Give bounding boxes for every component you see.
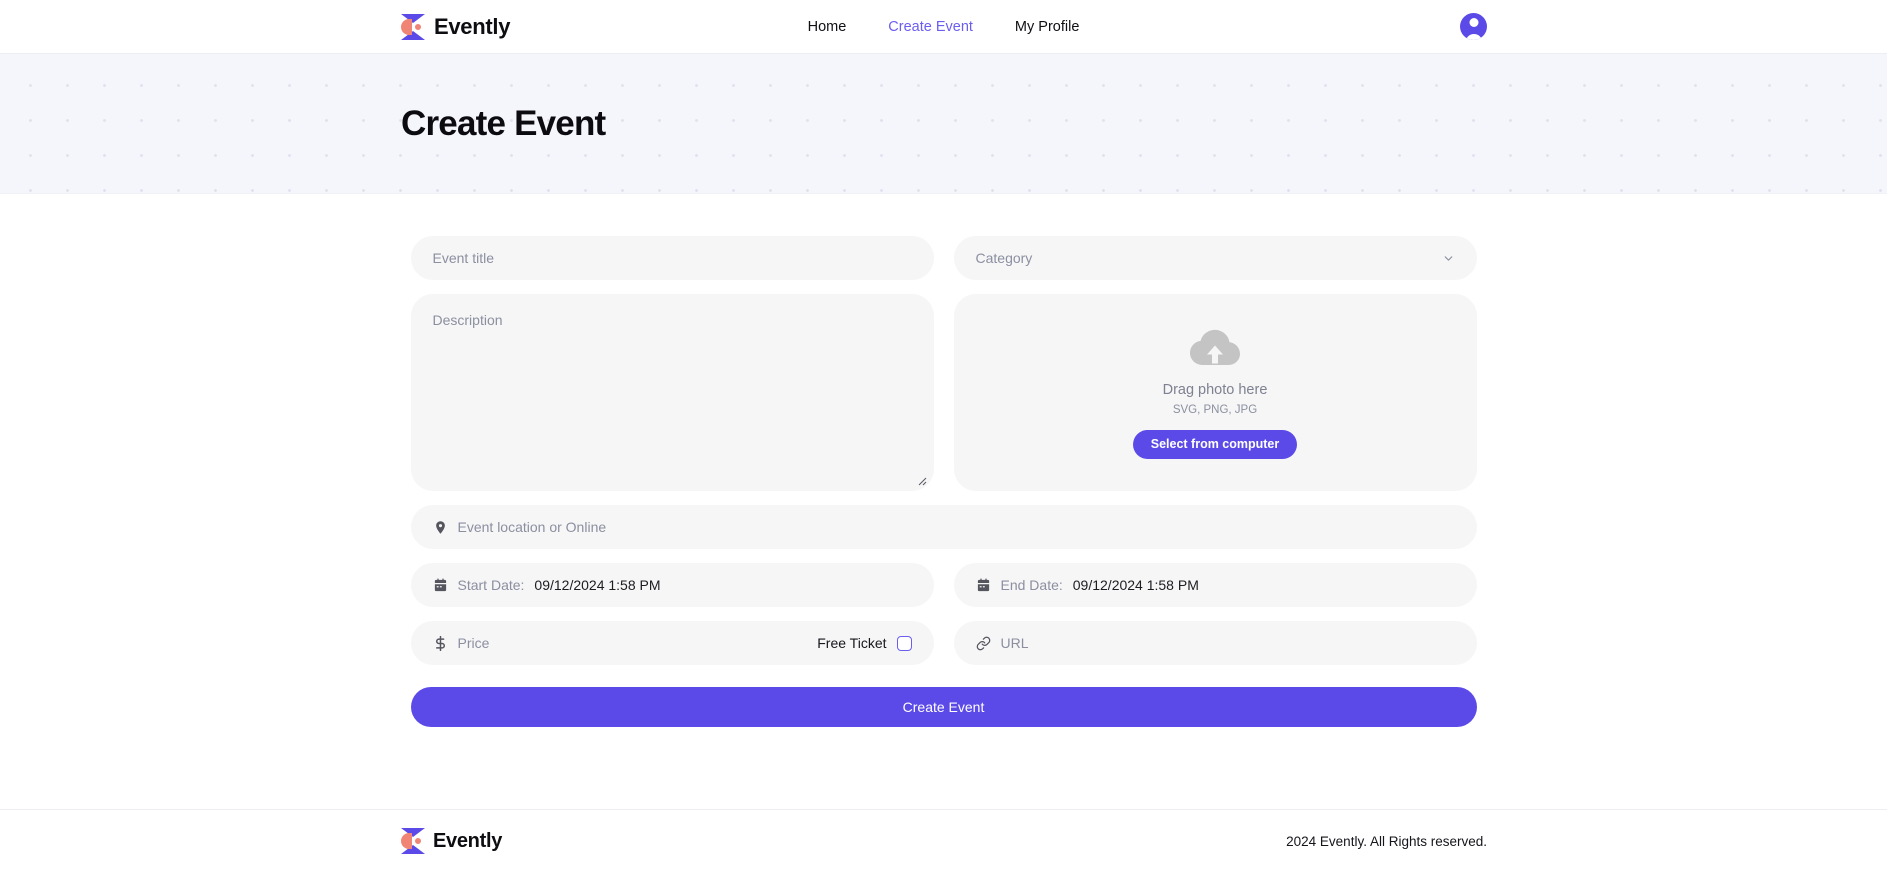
- create-event-form: Event title Category Description: [411, 236, 1477, 809]
- end-date-label: End Date:: [1001, 577, 1063, 593]
- description-placeholder: Description: [433, 312, 912, 328]
- start-date-value: 09/12/2024 1:58 PM: [534, 577, 660, 593]
- cloud-upload-icon: [1189, 327, 1241, 376]
- page-title: Create Event: [401, 104, 605, 144]
- main-content: Event title Category Description: [0, 194, 1887, 809]
- evently-logo-icon: [401, 14, 425, 40]
- form-row-location: Event location or Online: [411, 505, 1477, 549]
- price-field[interactable]: Price Free Ticket: [411, 621, 934, 665]
- form-row-title-category: Event title Category: [411, 236, 1477, 280]
- chevron-down-icon: [1442, 252, 1455, 265]
- location-field[interactable]: Event location or Online: [411, 505, 1477, 549]
- event-title-field[interactable]: Event title: [411, 236, 934, 280]
- resize-handle-icon[interactable]: [915, 473, 927, 485]
- event-title-placeholder: Event title: [433, 250, 494, 266]
- photo-upload-dropzone[interactable]: Drag photo here SVG, PNG, JPG Select fro…: [954, 294, 1477, 491]
- free-ticket-group: Free Ticket: [817, 635, 911, 651]
- avatar-body-icon: [1465, 34, 1482, 40]
- main-navigation: Home Create Event My Profile: [808, 19, 1080, 35]
- evently-logo-icon: [401, 828, 425, 854]
- dollar-sign-icon: [433, 636, 448, 651]
- create-event-submit-button[interactable]: Create Event: [411, 687, 1477, 727]
- category-select[interactable]: Category: [954, 236, 1477, 280]
- map-pin-icon: [433, 520, 448, 535]
- footer-logo-link[interactable]: Evently: [401, 828, 502, 854]
- accepted-formats-label: SVG, PNG, JPG: [1173, 404, 1257, 416]
- hero-section: Create Event: [0, 54, 1887, 194]
- avatar[interactable]: [1460, 13, 1487, 40]
- drag-photo-label: Drag photo here: [1163, 382, 1268, 398]
- header-brand-name: Evently: [434, 14, 510, 40]
- footer-copyright: 2024 Evently. All Rights reserved.: [1286, 834, 1487, 849]
- calendar-icon: [976, 578, 991, 593]
- free-ticket-label: Free Ticket: [817, 635, 886, 651]
- avatar-head-icon: [1469, 18, 1478, 27]
- select-from-computer-button[interactable]: Select from computer: [1133, 430, 1298, 459]
- nav-item-create-event[interactable]: Create Event: [888, 19, 973, 35]
- form-row-price-url: Price Free Ticket URL: [411, 621, 1477, 665]
- form-row-description-upload: Description Drag: [411, 294, 1477, 491]
- free-ticket-checkbox[interactable]: [897, 636, 912, 651]
- end-date-value: 09/12/2024 1:58 PM: [1073, 577, 1199, 593]
- url-field[interactable]: URL: [954, 621, 1477, 665]
- category-placeholder: Category: [976, 250, 1033, 266]
- header-logo-link[interactable]: Evently: [401, 14, 510, 40]
- start-date-label: Start Date:: [458, 577, 525, 593]
- site-footer: Evently 2024 Evently. All Rights reserve…: [0, 809, 1887, 872]
- link-icon: [976, 636, 991, 651]
- footer-brand-name: Evently: [433, 830, 502, 853]
- create-event-page: Evently Home Create Event My Profile Cre…: [0, 0, 1887, 872]
- calendar-icon: [433, 578, 448, 593]
- description-textarea[interactable]: Description: [411, 294, 934, 491]
- end-date-field[interactable]: End Date: 09/12/2024 1:58 PM: [954, 563, 1477, 607]
- form-row-dates: Start Date: 09/12/2024 1:58 PM End Date:…: [411, 563, 1477, 607]
- start-date-field[interactable]: Start Date: 09/12/2024 1:58 PM: [411, 563, 934, 607]
- site-header: Evently Home Create Event My Profile: [0, 0, 1887, 54]
- url-placeholder: URL: [1001, 635, 1029, 651]
- location-placeholder: Event location or Online: [458, 519, 607, 535]
- nav-item-my-profile[interactable]: My Profile: [1015, 19, 1079, 35]
- price-placeholder: Price: [458, 635, 490, 651]
- nav-item-home[interactable]: Home: [808, 19, 847, 35]
